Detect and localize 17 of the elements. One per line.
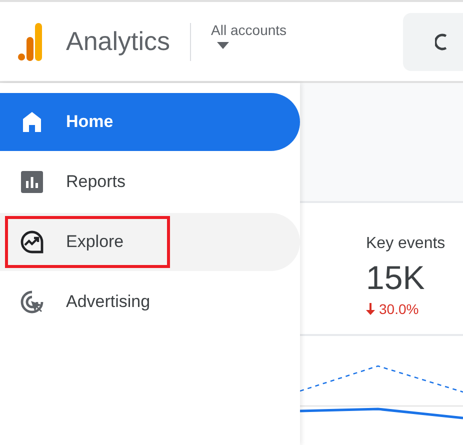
nav-item[interactable]: Home xyxy=(0,93,300,151)
nav-item[interactable]: Reports xyxy=(0,153,300,211)
change-percent: 30.0% xyxy=(379,301,419,317)
search-icon xyxy=(435,32,447,52)
metric-title: Key events xyxy=(366,235,446,253)
target-cursor-icon xyxy=(20,290,44,314)
bar-chart-icon xyxy=(20,170,44,194)
product-name: Analytics xyxy=(66,26,170,57)
account-picker[interactable]: All accounts xyxy=(211,22,287,38)
metric-value: 15K xyxy=(366,259,426,297)
highlight-frame: Explore xyxy=(5,216,170,268)
logo-icon xyxy=(18,22,42,60)
home-icon xyxy=(20,110,44,134)
nav-item[interactable]: Advertising xyxy=(0,273,300,331)
nav-item[interactable]: Explore xyxy=(0,213,300,271)
caret-icon[interactable] xyxy=(217,42,230,49)
search-field[interactable] xyxy=(403,12,463,70)
